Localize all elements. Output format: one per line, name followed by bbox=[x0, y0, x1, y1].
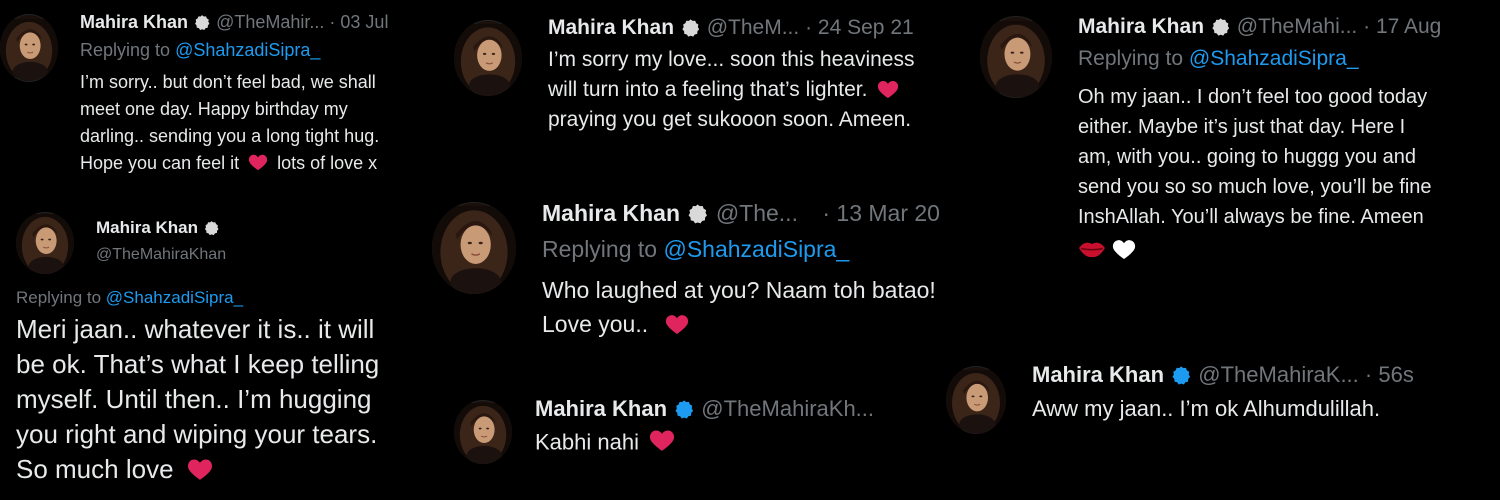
author-handle[interactable]: @TheM... bbox=[707, 16, 800, 39]
author-name[interactable]: Mahira Khan bbox=[80, 12, 188, 32]
tweet-text-line: Who laughed at you? Naam toh batao! bbox=[542, 277, 936, 303]
tweet-text-line: will turn into a feeling that’s lighter. bbox=[548, 78, 899, 102]
tweet-text-line: myself. Until then.. I’m hugging bbox=[16, 384, 372, 414]
separator-dot: · bbox=[1363, 15, 1371, 38]
red-heart-icon bbox=[665, 313, 689, 335]
tweet-text-segment: Kabhi nahi bbox=[535, 429, 639, 455]
profile-photo-icon bbox=[432, 202, 516, 294]
separator-dot: · bbox=[1364, 362, 1373, 387]
profile-photo-icon bbox=[946, 366, 1006, 434]
tweet-text-line: am, with you.. going to huggg you and bbox=[1078, 146, 1417, 168]
tweet-text-line: meet one day. Happy birthday my bbox=[80, 99, 348, 119]
author-name[interactable]: Mahira Khan bbox=[96, 218, 198, 237]
author-handle[interactable]: @TheMahi... bbox=[1237, 15, 1358, 38]
tweet-date[interactable]: 17 Aug bbox=[1376, 15, 1441, 38]
verified-badge-icon bbox=[203, 220, 220, 237]
tweet-text-line: Hope you can feel it lots of love x bbox=[80, 153, 377, 174]
avatar[interactable] bbox=[16, 212, 74, 274]
red-heart-icon bbox=[248, 153, 268, 171]
avatar[interactable] bbox=[946, 366, 1006, 434]
profile-photo-icon bbox=[454, 20, 522, 96]
reply-prefix: Replying to bbox=[80, 40, 171, 60]
author-name[interactable]: Mahira Khan bbox=[1078, 15, 1204, 38]
verified-badge-icon bbox=[686, 203, 709, 226]
avatar[interactable] bbox=[980, 16, 1052, 98]
reply-prefix: Replying to bbox=[542, 236, 658, 262]
reply-prefix: Replying to bbox=[16, 288, 102, 307]
tweet-date[interactable]: 24 Sep 21 bbox=[818, 16, 914, 39]
tweet-text-line: send you so so much love, you’ll be fine bbox=[1078, 176, 1432, 198]
tweet-date[interactable]: 03 Jul bbox=[340, 12, 388, 32]
avatar[interactable] bbox=[432, 202, 516, 294]
author-name[interactable]: Mahira Khan bbox=[542, 200, 680, 226]
author-handle[interactable]: @TheMahiraKhan bbox=[96, 246, 226, 264]
white-heart-icon bbox=[1112, 238, 1136, 260]
avatar[interactable] bbox=[454, 20, 522, 96]
reply-context: Replying to @ShahzadiSipra_ bbox=[542, 236, 849, 263]
author-handle[interactable]: @TheMahiraK... bbox=[1198, 362, 1359, 387]
avatar[interactable] bbox=[454, 400, 512, 464]
tweet-text-segment: lots of love x bbox=[277, 153, 378, 173]
reply-context: Replying to @ShahzadiSipra_ bbox=[1078, 47, 1359, 71]
author-handle[interactable]: @The... bbox=[716, 200, 798, 226]
red-heart-icon bbox=[187, 457, 213, 481]
tweet-date[interactable]: 13 Mar 20 bbox=[836, 200, 940, 226]
tweet-text-line: I’m sorry.. but don’t feel bad, we shall bbox=[80, 72, 376, 92]
tweet-text-line: praying you get sukooon soon. Ameen. bbox=[548, 108, 912, 131]
separator-dot: · bbox=[822, 200, 831, 226]
verified-badge-icon bbox=[673, 399, 695, 421]
tweet-text-line: Kabhi nahi bbox=[535, 428, 675, 455]
reply-prefix: Replying to bbox=[1078, 47, 1184, 70]
tweet-text-line: Meri jaan.. whatever it is.. it will bbox=[16, 314, 375, 344]
separator-dot: · bbox=[329, 12, 336, 32]
author-name[interactable]: Mahira Khan bbox=[535, 396, 667, 421]
red-heart-icon bbox=[649, 428, 675, 452]
author-handle[interactable]: @TheMahir... bbox=[216, 12, 324, 32]
author-name[interactable]: Mahira Khan bbox=[1032, 362, 1164, 387]
tweet-text-segment: Hope you can feel it bbox=[80, 153, 240, 173]
profile-photo-icon bbox=[980, 16, 1052, 98]
verified-badge-icon bbox=[680, 18, 701, 39]
reply-mention-link[interactable]: @ShahzadiSipra_ bbox=[1189, 47, 1359, 70]
tweet-text-segment: Love you.. bbox=[542, 311, 649, 337]
profile-photo-icon bbox=[0, 14, 58, 82]
emoji-row bbox=[1078, 238, 1136, 260]
verified-badge-icon bbox=[1170, 365, 1192, 387]
verified-badge-icon bbox=[193, 14, 211, 32]
tweet-text-line: you right and wiping your tears. bbox=[16, 419, 378, 449]
tweet-text-line: darling.. sending you a long tight hug. bbox=[80, 126, 380, 146]
author-handle[interactable]: @TheMahiraKh... bbox=[701, 396, 874, 421]
tweet-date[interactable]: 56s bbox=[1378, 362, 1413, 387]
reply-mention-link[interactable]: @ShahzadiSipra_ bbox=[663, 236, 849, 262]
tweet-text-segment: will turn into a feeling that’s lighter. bbox=[548, 78, 868, 101]
tweet-text-line: Aww my jaan.. I’m ok Alhumdulillah. bbox=[1032, 396, 1381, 421]
reply-context: Replying to @ShahzadiSipra_ bbox=[80, 40, 320, 61]
tweet-text-line: either. Maybe it’s just that day. Here I bbox=[1078, 116, 1406, 138]
tweet-text-line: InshAllah. You’ll always be fine. Ameen bbox=[1078, 206, 1424, 228]
author-name[interactable]: Mahira Khan bbox=[548, 16, 674, 39]
reply-mention-link[interactable]: @ShahzadiSipra_ bbox=[175, 40, 320, 60]
profile-photo-icon bbox=[16, 212, 74, 274]
tweet-text-line: So much love bbox=[16, 454, 213, 485]
avatar[interactable] bbox=[0, 14, 58, 82]
red-heart-icon bbox=[877, 79, 899, 99]
kiss-lips-icon bbox=[1079, 242, 1105, 258]
tweet-text-segment: So much love bbox=[16, 454, 174, 484]
separator-dot: · bbox=[805, 16, 813, 39]
tweet-text-line: Oh my jaan.. I don’t feel too good today bbox=[1078, 86, 1428, 108]
tweet-text-line: Love you.. bbox=[542, 311, 689, 338]
verified-badge-icon bbox=[1210, 17, 1231, 38]
reply-context: Replying to @ShahzadiSipra_ bbox=[16, 288, 243, 308]
tweet-text-line: I’m sorry my love... soon this heaviness bbox=[548, 48, 915, 71]
reply-mention-link[interactable]: @ShahzadiSipra_ bbox=[106, 288, 243, 307]
tweet-text-line: be ok. That’s what I keep telling bbox=[16, 349, 380, 379]
profile-photo-icon bbox=[454, 400, 512, 464]
